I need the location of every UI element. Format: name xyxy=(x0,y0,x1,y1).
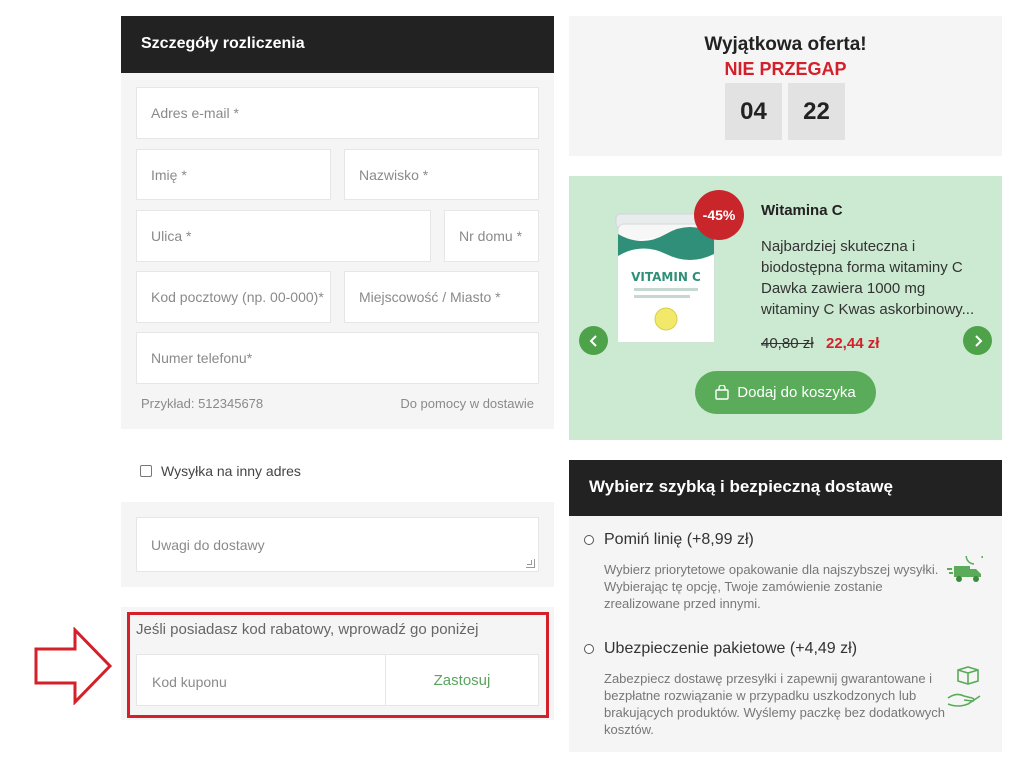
priority-radio[interactable] xyxy=(584,535,594,545)
carousel-prev-button[interactable] xyxy=(579,326,608,355)
delivery-notes-placeholder: Uwagi do dostawy xyxy=(151,537,265,553)
countdown-timer: 04 22 xyxy=(725,83,845,140)
street-placeholder: Ulica * xyxy=(151,228,192,244)
last-name-placeholder: Nazwisko * xyxy=(359,166,429,183)
timer-seconds: 22 xyxy=(788,83,845,140)
phone-field[interactable]: Numer telefonu* xyxy=(136,332,539,384)
last-name-field[interactable]: Nazwisko * xyxy=(344,149,539,200)
highlight-frame xyxy=(127,612,549,718)
delivery-options-panel: Wybierz szybką i bezpieczną dostawę Pomi… xyxy=(569,460,1002,752)
resize-handle-icon[interactable] xyxy=(526,559,535,568)
billing-title: Szczegóły rozliczenia xyxy=(121,16,554,73)
product-name[interactable]: Witamina C xyxy=(761,202,843,219)
postcode-field[interactable]: Kod pocztowy (np. 00-000)* xyxy=(136,271,331,323)
old-price: 40,80 zł xyxy=(761,335,814,352)
offer-subtitle: NIE PRZEGAP xyxy=(724,59,847,79)
new-price: 22,44 zł xyxy=(826,335,880,352)
first-name-field[interactable]: Imię * xyxy=(136,149,331,200)
insurance-description: Zabezpiecz dostawę przesyłki i zapewnij … xyxy=(604,671,945,737)
arrow-right-icon xyxy=(34,627,113,705)
add-to-cart-label: Dodaj do koszyka xyxy=(737,384,856,401)
priority-description: Wybierz priorytetowe opakowanie dla najs… xyxy=(604,562,939,611)
fast-delivery-truck-icon xyxy=(947,556,983,582)
city-placeholder: Miejscowość / Miasto * xyxy=(359,289,501,305)
product-label: VITAMIN C xyxy=(631,270,701,284)
product-promo-panel: VITAMIN C -45% Witamina C Najbardziej sk… xyxy=(569,176,1002,440)
email-placeholder: Adres e-mail * xyxy=(151,105,239,121)
phone-example: Przykład: 512345678 xyxy=(141,396,264,411)
special-offer-panel: Wyjątkowa oferta! NIE PRZEGAP 04 22 xyxy=(569,16,1002,156)
add-to-cart-button[interactable]: Dodaj do koszyka xyxy=(695,371,876,414)
house-number-field[interactable]: Nr domu * xyxy=(444,210,539,262)
timer-minutes: 04 xyxy=(725,83,782,140)
delivery-option-insurance[interactable]: Ubezpieczenie pakietowe (+4,49 zł) xyxy=(584,640,857,658)
product-description: Najbardziej skuteczna i biodostępna form… xyxy=(761,238,975,318)
city-field[interactable]: Miejscowość / Miasto * xyxy=(344,271,539,323)
ship-other-checkbox[interactable] xyxy=(140,465,152,477)
delivery-notes-panel: Uwagi do dostawy xyxy=(121,502,554,587)
phone-placeholder: Numer telefonu* xyxy=(151,350,253,366)
ship-other-label: Wysyłka na inny adres xyxy=(161,463,301,479)
shopping-bag-icon xyxy=(715,385,729,400)
package-protection-icon xyxy=(947,666,981,707)
first-name-placeholder: Imię * xyxy=(151,166,187,183)
insurance-label: Ubezpieczenie pakietowe (+4,49 zł) xyxy=(604,640,858,657)
street-field[interactable]: Ulica * xyxy=(136,210,431,262)
priority-label: Pomiń linię (+8,99 zł) xyxy=(604,531,754,548)
delivery-notes-textarea[interactable]: Uwagi do dostawy xyxy=(136,517,539,572)
delivery-title: Wybierz szybką i bezpieczną dostawę xyxy=(569,460,1002,516)
phone-help: Do pomocy w dostawie xyxy=(400,396,534,411)
billing-details-panel: Szczegóły rozliczenia Adres e-mail * Imi… xyxy=(121,16,554,429)
insurance-radio[interactable] xyxy=(584,644,594,654)
delivery-option-priority[interactable]: Pomiń linię (+8,99 zł) xyxy=(584,531,754,549)
ship-to-other-address[interactable]: Wysyłka na inny adres xyxy=(140,463,301,479)
postcode-placeholder: Kod pocztowy (np. 00-000)* xyxy=(151,289,324,305)
discount-badge: -45% xyxy=(694,190,744,240)
chevron-left-icon xyxy=(589,334,597,347)
carousel-next-button[interactable] xyxy=(963,326,992,355)
chevron-right-icon xyxy=(974,334,982,347)
offer-title: Wyjątkowa oferta! xyxy=(704,34,867,55)
email-field[interactable]: Adres e-mail * xyxy=(136,87,539,139)
house-number-placeholder: Nr domu * xyxy=(459,228,523,244)
